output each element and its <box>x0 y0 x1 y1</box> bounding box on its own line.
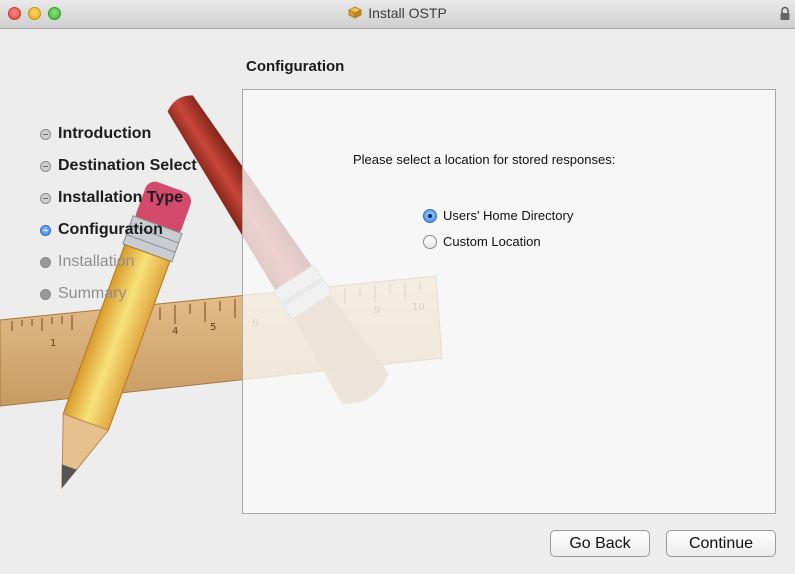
radio-selected-icon[interactable] <box>423 208 437 223</box>
window-title-group: Install OSTP <box>0 5 795 21</box>
ruler-number: 5 <box>210 322 216 333</box>
step-introduction: Introduction <box>40 118 197 150</box>
installer-window: 1 4 5 6 9 10 <box>0 0 795 574</box>
step-label: Destination Select <box>58 157 197 174</box>
window-title: Install OSTP <box>368 5 447 21</box>
step-pending-bullet-icon <box>40 288 51 300</box>
step-pending-bullet-icon <box>40 256 51 268</box>
title-bar: Install OSTP <box>0 0 795 29</box>
step-installation-type: Installation Type <box>40 182 197 214</box>
step-label: Introduction <box>58 125 152 142</box>
radio-label: Custom Location <box>443 234 541 249</box>
step-done-bullet-icon <box>40 128 51 140</box>
lock-icon[interactable] <box>779 6 791 21</box>
step-label: Summary <box>58 285 127 302</box>
radio-label: Users' Home Directory <box>443 208 574 223</box>
continue-button[interactable]: Continue <box>666 530 776 557</box>
step-label: Configuration <box>58 221 163 238</box>
step-done-bullet-icon <box>40 160 51 172</box>
radio-users-home-directory[interactable]: Users' Home Directory <box>423 208 573 223</box>
ruler-number: 4 <box>172 326 178 337</box>
step-configuration: Configuration <box>40 214 197 246</box>
step-installation: Installation <box>40 246 197 278</box>
go-back-button[interactable]: Go Back <box>550 530 650 557</box>
step-done-bullet-icon <box>40 192 51 204</box>
package-icon <box>348 6 363 19</box>
ruler-number: 1 <box>50 338 56 349</box>
radio-unselected-icon[interactable] <box>423 234 437 249</box>
step-label: Installation <box>58 253 135 270</box>
step-current-bullet-icon <box>40 224 51 236</box>
step-destination-select: Destination Select <box>40 150 197 182</box>
page-title: Configuration <box>246 58 345 75</box>
radio-custom-location[interactable]: Custom Location <box>423 234 541 249</box>
step-label: Installation Type <box>58 189 184 206</box>
step-summary: Summary <box>40 278 197 310</box>
location-prompt: Please select a location for stored resp… <box>353 152 616 167</box>
content-panel: Please select a location for stored resp… <box>242 89 776 514</box>
installer-steps-list: Introduction Destination Select Installa… <box>40 118 197 310</box>
